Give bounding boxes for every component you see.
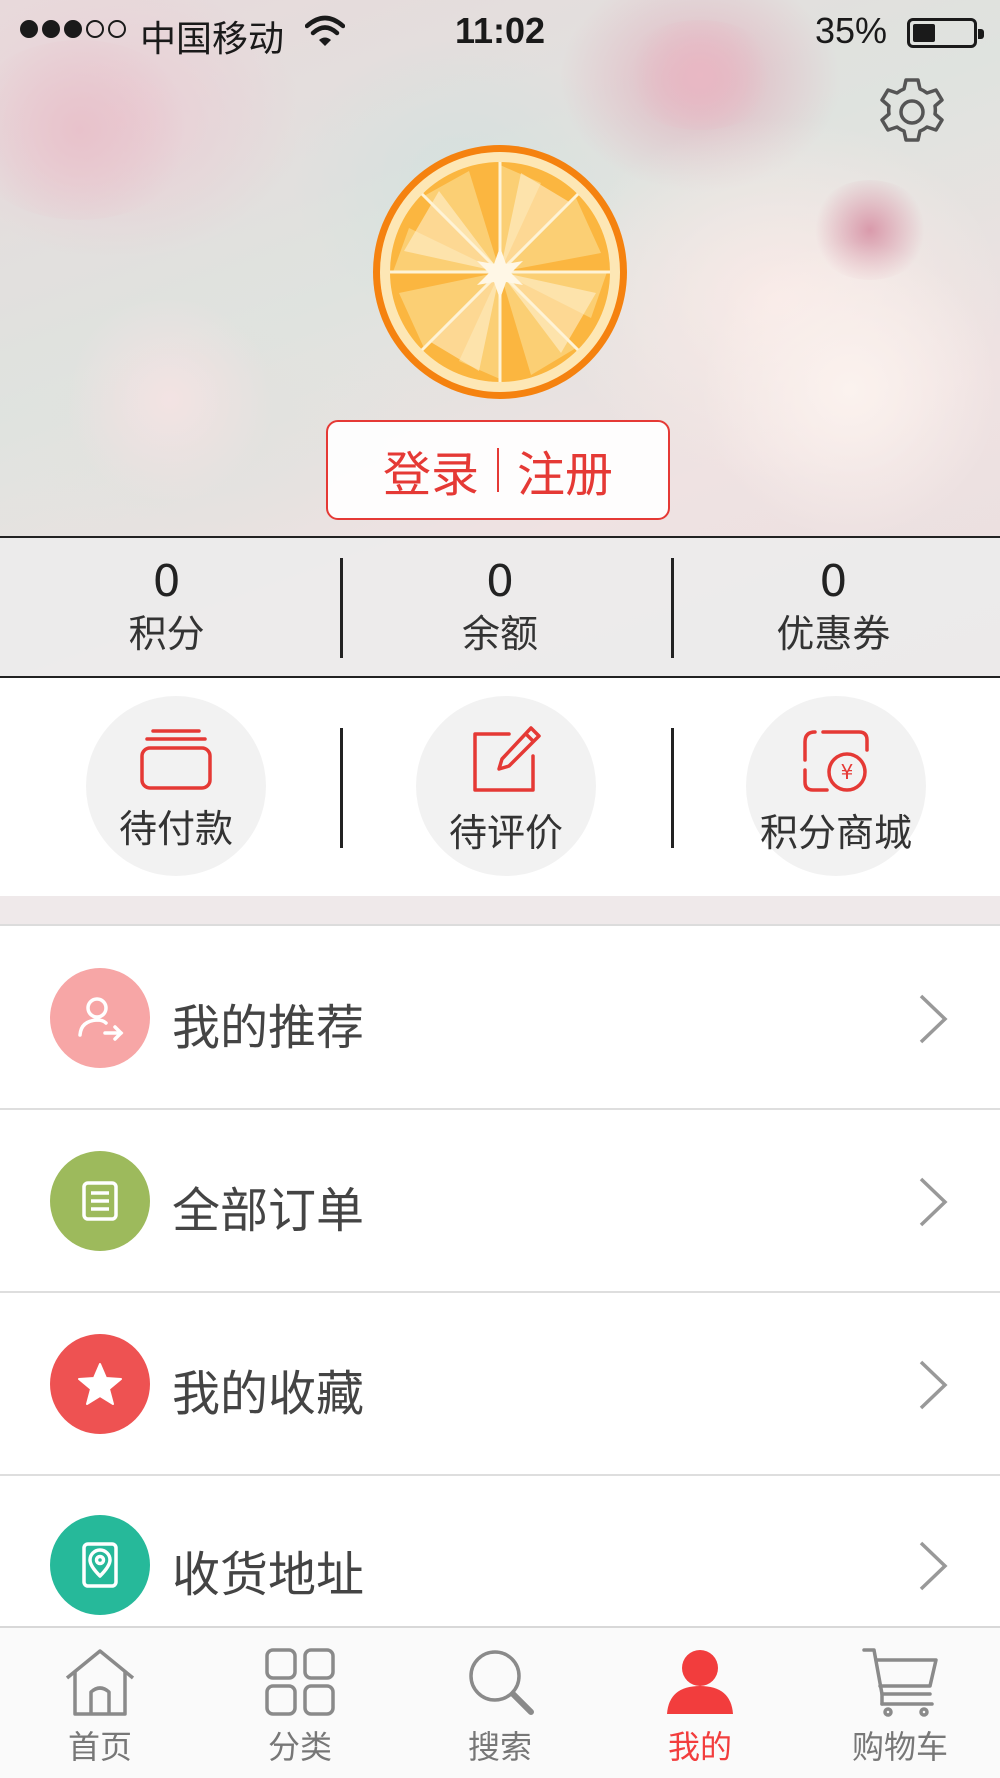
section-spacer <box>0 896 1000 926</box>
tab-label: 购物车 <box>851 1728 948 1766</box>
battery-nub <box>978 29 984 39</box>
star-icon <box>78 1363 122 1405</box>
shortcut-pending-review[interactable]: 待评价 <box>416 696 596 876</box>
status-bar: 中国移动 11:02 35% <box>0 0 1000 64</box>
points-mall-icon: ¥ <box>803 730 869 792</box>
tab-label: 首页 <box>67 1728 132 1766</box>
stat-value: 0 <box>819 556 848 607</box>
list-icon <box>82 1181 118 1221</box>
chevron-right-icon <box>919 1360 948 1410</box>
menu-label: 收货地址 <box>172 1547 365 1603</box>
avatar[interactable] <box>371 143 629 401</box>
tab-label: 搜索 <box>467 1728 532 1766</box>
stat-points[interactable]: 0 积分 <box>0 538 333 676</box>
wallet-icon <box>140 729 212 790</box>
background-petal <box>60 300 280 500</box>
shortcut-label: 待评价 <box>448 811 563 855</box>
edit-icon <box>473 726 541 792</box>
shortcut-pending-payment[interactable]: 待付款 <box>86 696 266 876</box>
tab-home[interactable]: 首页 <box>0 1628 200 1778</box>
battery-percentage: 35% <box>815 10 888 51</box>
search-icon <box>469 1650 534 1715</box>
shortcut-points-mall[interactable]: ¥ 积分商城 <box>746 696 926 876</box>
menu-icon-bg <box>50 968 150 1068</box>
account-stats: 0 积分 0 余额 0 优惠券 <box>0 536 1000 678</box>
menu-icon-bg <box>50 1151 150 1251</box>
tab-label: 我的 <box>667 1728 732 1766</box>
chevron-right-icon <box>919 1177 948 1227</box>
profile-icon <box>667 1650 733 1714</box>
grid-icon <box>265 1648 335 1716</box>
divider <box>340 728 343 848</box>
menu-label: 我的收藏 <box>172 1366 365 1422</box>
home-icon <box>65 1649 135 1716</box>
tab-cart[interactable]: 购物车 <box>800 1628 1000 1778</box>
stat-value: 0 <box>485 556 514 607</box>
divider <box>340 558 343 658</box>
stat-label: 优惠券 <box>776 612 891 656</box>
location-icon <box>82 1542 118 1588</box>
gear-icon[interactable] <box>872 72 952 152</box>
chevron-right-icon <box>919 994 948 1044</box>
background-petal <box>0 40 200 220</box>
auth-box: 登录 注册 <box>326 420 670 520</box>
divider <box>671 728 674 848</box>
divider <box>671 558 674 658</box>
tab-bar: 首页 分类 搜索 我的 购物车 <box>0 1626 1000 1778</box>
stat-value: 0 <box>152 556 181 607</box>
shortcut-label: 待付款 <box>118 807 233 851</box>
user-share-icon <box>78 997 124 1041</box>
menu-item-all-orders[interactable]: 全部订单 <box>0 1111 1000 1293</box>
menu-item-my-recommendations[interactable]: 我的推荐 <box>0 928 1000 1110</box>
shortcut-label: 积分商城 <box>759 811 912 855</box>
tab-label: 分类 <box>267 1728 332 1766</box>
cart-icon <box>862 1648 938 1717</box>
battery-icon <box>907 18 984 48</box>
background-petal <box>700 240 1000 540</box>
tab-profile[interactable]: 我的 <box>600 1628 800 1778</box>
order-shortcuts: 待付款 待评价 ¥ 积分商城 <box>0 678 1000 896</box>
menu-item-my-favorites[interactable]: 我的收藏 <box>0 1294 1000 1476</box>
tab-search[interactable]: 搜索 <box>400 1628 600 1778</box>
stat-balance[interactable]: 0 余额 <box>333 538 666 676</box>
menu-label: 我的推荐 <box>172 1000 365 1056</box>
battery-fill <box>913 24 936 42</box>
menu-icon-bg <box>50 1334 150 1434</box>
chevron-right-icon <box>919 1541 948 1591</box>
tab-category[interactable]: 分类 <box>200 1628 400 1778</box>
register-link[interactable]: 注册 <box>499 435 631 505</box>
stat-coupons[interactable]: 0 优惠券 <box>667 538 1000 676</box>
svg-text:¥: ¥ <box>841 760 854 784</box>
menu-label: 全部订单 <box>172 1183 365 1239</box>
stat-label: 余额 <box>461 612 538 656</box>
menu-icon-bg <box>50 1515 150 1615</box>
stat-label: 积分 <box>128 612 205 656</box>
login-link[interactable]: 登录 <box>365 435 497 505</box>
